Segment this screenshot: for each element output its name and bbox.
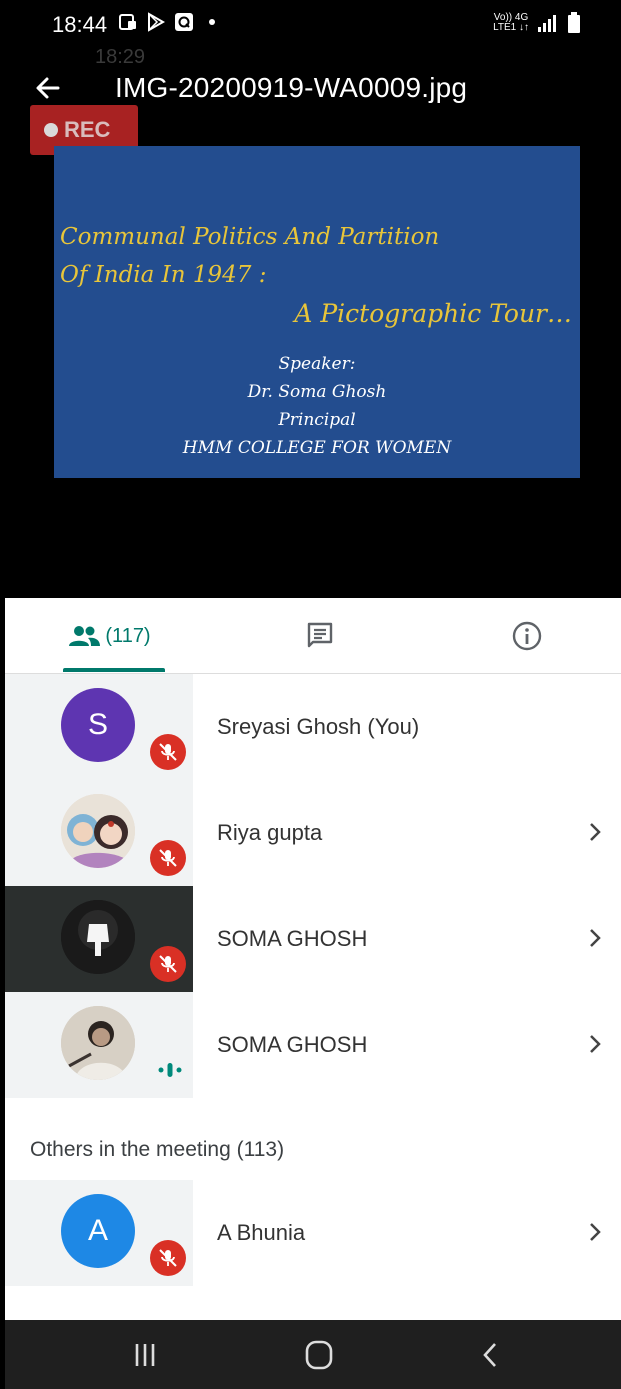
avatar: S [61,688,135,762]
play-store-icon [148,12,166,32]
avatar [61,794,135,868]
participant-name: SOMA GHOSH [217,1032,368,1057]
avatar [61,900,135,974]
avatar-initial: S [87,708,108,741]
avatar [61,1006,135,1080]
participant-row[interactable]: S Sreyasi Ghosh (You) [5,674,621,780]
notification-icons [118,12,222,32]
home-button[interactable] [279,1320,359,1389]
system-nav-bar [5,1320,621,1389]
slide-speaker-role: Principal [278,410,356,430]
recents-icon [135,1343,155,1366]
tab-chat[interactable] [295,598,345,674]
status-time: 18:44 [52,12,108,37]
ghost-status-time: 18:29 [95,46,146,68]
slide-speaker-label: Speaker: [278,354,356,374]
chevron-right-icon [590,1035,601,1053]
chevron-right-icon [590,1223,601,1241]
others-section-label: Others in the meeting (113) [30,1138,285,1161]
slide-title-line3: A Pictographic Tour… [294,299,572,328]
chevron-right-icon [590,823,601,841]
chat-icon [307,622,333,648]
signal-icon [538,15,556,32]
chevron-right-icon [590,929,601,947]
participant-name: Sreyasi Ghosh (You) [217,714,420,739]
recents-button[interactable] [105,1320,185,1389]
slide-title-line2: Of India In 1947 : [60,262,267,288]
avatar-photo [61,900,135,974]
dot-icon [209,19,215,25]
battery-icon [568,12,580,33]
record-dot-icon [44,123,58,137]
slide-speaker-name: Dr. Soma Ghosh [247,382,387,402]
participant-name: A Bhunia [217,1220,306,1245]
tab-bar: (117) [5,598,621,674]
participants-panel: (117) S Sreyasi Ghosh (You) Riya gupta S… [5,598,621,1320]
slide-title-line1: Communal Politics And Partition [60,224,440,250]
avatar: A [61,1194,135,1268]
back-button[interactable] [30,70,66,106]
people-count: (117) [105,624,151,647]
participant-name: SOMA GHOSH [217,926,368,951]
chevron-left-icon [483,1342,496,1367]
participant-row[interactable]: SOMA GHOSH [5,886,621,992]
active-tab-indicator [63,668,165,672]
file-title: IMG-20200919-WA0009.jpg [115,72,468,103]
info-icon [512,621,542,651]
screenshot-icon [119,14,136,30]
participant-row[interactable]: SOMA GHOSH [5,992,621,1098]
slide-institution: HMM COLLEGE FOR WOMEN [182,438,452,458]
presentation-slide: Communal Politics And Partition Of India… [54,146,580,478]
status-bar: 18:44 Vo)) 4G LTE1 ↓↑ [0,0,621,50]
rec-label: REC [64,117,111,142]
participant-name: Riya gupta [217,820,323,845]
mic-off-icon [150,946,186,982]
network-type-bottom: LTE1 ↓↑ [493,22,529,33]
home-icon [305,1340,333,1369]
mic-off-icon [150,840,186,876]
arrow-left-icon [36,77,60,99]
mic-off-icon [150,1240,186,1276]
avatar-photo [61,794,135,868]
mic-off-icon [150,734,186,770]
participant-row[interactable]: A A Bhunia [5,1180,621,1286]
avatar-photo [61,1006,135,1080]
back-nav-button[interactable] [451,1320,531,1389]
speaking-indicator-icon [158,1063,182,1077]
tab-info[interactable] [505,598,549,674]
people-icon [69,626,101,646]
q-app-icon [175,13,193,31]
avatar-initial: A [87,1214,108,1247]
signal-indicators: Vo)) 4G LTE1 ↓↑ [493,12,581,34]
participant-row[interactable]: Riya gupta [5,780,621,886]
tab-people[interactable]: (117) [53,598,165,674]
